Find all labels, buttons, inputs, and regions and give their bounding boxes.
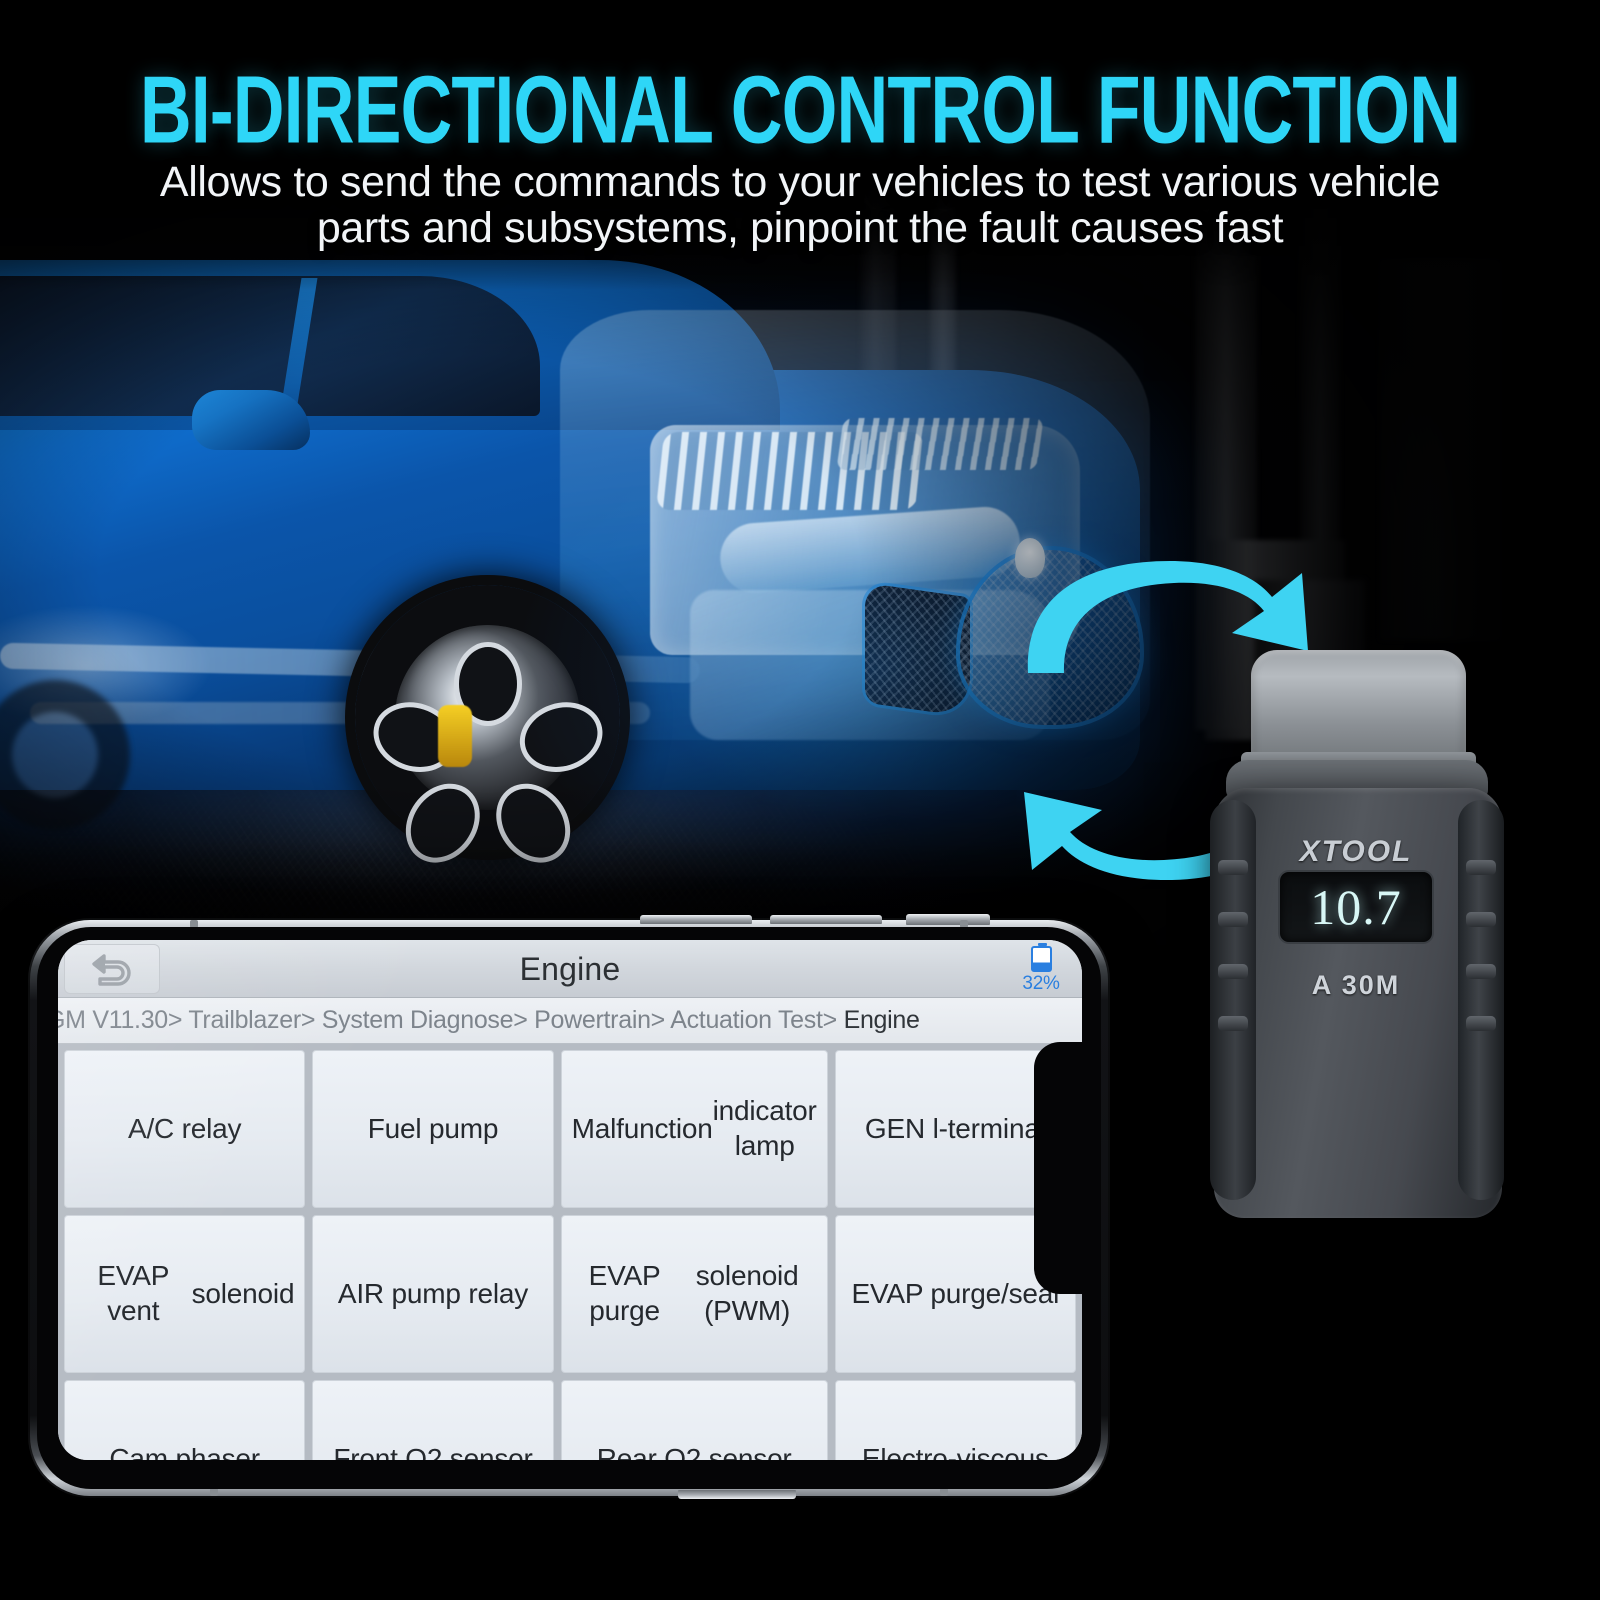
battery-icon [1030,942,1052,972]
page-title: BI-DIRECTIONAL CONTROL FUNCTION [139,55,1461,164]
device-brand-logo: XTOOL [1299,835,1413,868]
actuation-test-button[interactable]: EVAP vent solenoid [64,1215,306,1373]
actuation-test-button-label: EVAP vent [97,1260,170,1326]
obd-scanner-device: XTOOL 10.7 A 30M [1196,650,1516,1230]
volume-down-button[interactable] [770,915,882,924]
breadcrumb-path: GM V11.30> Trailblazer> System Diagnose>… [58,1006,844,1034]
volume-up-button[interactable] [640,915,752,924]
device-oled-display: 10.7 [1280,872,1432,942]
phone-mockup: Engine 32% GM V11.30> Trailblazer> Syste… [28,914,1110,1508]
brake-caliper [438,705,472,767]
actuation-test-button[interactable]: Fuel pump [312,1050,554,1208]
actuation-test-button[interactable]: Front O2 sensor [312,1380,554,1460]
battery-level: 32% [1022,972,1060,994]
device-voltage-readout: 10.7 [1310,879,1402,935]
promo-banner: BI-DIRECTIONAL CONTROL FUNCTION Allows t… [0,0,1600,1600]
actuation-test-button[interactable]: Malfunction indicator lamp [560,1050,828,1208]
breadcrumb-bar: GM V11.30> Trailblazer> System Diagnose>… [58,998,1082,1044]
actuation-test-button-label: GEN l-terminal [864,1112,1046,1144]
actuation-test-button[interactable]: Rear O2 sensor [560,1380,828,1460]
actuation-test-button-label: Front O2 sensor [333,1442,533,1460]
phone-screen: Engine 32% GM V11.30> Trailblazer> Syste… [58,940,1082,1460]
page-subtitle-line-2: parts and subsystems, pinpoint the fault… [316,203,1284,252]
page-subtitle-line-1: Allows to send the commands to your vehi… [159,158,1441,206]
actuation-test-button-label: Cam phaser [109,1442,260,1460]
app-title-bar: Engine 32% [58,940,1082,998]
actuation-test-button[interactable]: EVAP purge solenoid (PWM) [560,1215,828,1373]
actuation-test-button-label: EVAP purge [588,1260,661,1326]
phone-camera-notch [1034,1042,1082,1294]
actuation-test-button[interactable]: Electro-viscous [834,1380,1076,1460]
car-mirror [192,390,310,450]
actuation-test-grid: A/C relay Fuel pump Malfunction indicator l… [64,1050,1082,1460]
actuation-test-button-label: solenoid [191,1277,295,1309]
actuation-test-button[interactable]: AIR pump relay [312,1215,554,1373]
actuation-test-button[interactable]: Cam phaser [64,1380,306,1460]
car-illustration [0,250,1190,1050]
actuation-test-button-label: Malfunction [571,1112,713,1144]
background-column [1380,260,1500,640]
actuation-test-grid-area: A/C relay Fuel pump Malfunction indicator l… [58,1044,1082,1460]
bottom-edge-button[interactable] [678,1490,796,1499]
actuation-test-button-label: Rear O2 sensor [596,1442,792,1460]
actuation-test-button-label: solenoid (PWM) [695,1260,799,1326]
page-subtitle: Allows to send the commands to your vehi… [60,158,1540,252]
device-model-label: A 30M [1311,970,1401,1000]
breadcrumb-current: Engine [843,1006,920,1034]
actuation-test-button[interactable]: A/C relay [64,1050,306,1208]
actuation-test-button-label: indicator lamp [712,1095,817,1161]
actuation-test-button-label: Electro-viscous [861,1442,1049,1460]
breadcrumb[interactable]: GM V11.30> Trailblazer> System Diagnose>… [58,1006,920,1035]
app-title: Engine [519,950,621,987]
antenna-line [940,1488,948,1496]
actuation-test-button-label: AIR pump relay [337,1277,529,1309]
actuation-test-button-label: Fuel pump [367,1112,499,1144]
actuation-test-button-label: A/C relay [127,1112,242,1144]
device-obd-connector [1241,650,1476,774]
antenna-line [210,1488,218,1496]
actuation-test-button-label: EVAP purge/seal [851,1277,1060,1309]
battery-status: 32% [1012,942,1070,996]
power-button[interactable] [906,914,990,925]
